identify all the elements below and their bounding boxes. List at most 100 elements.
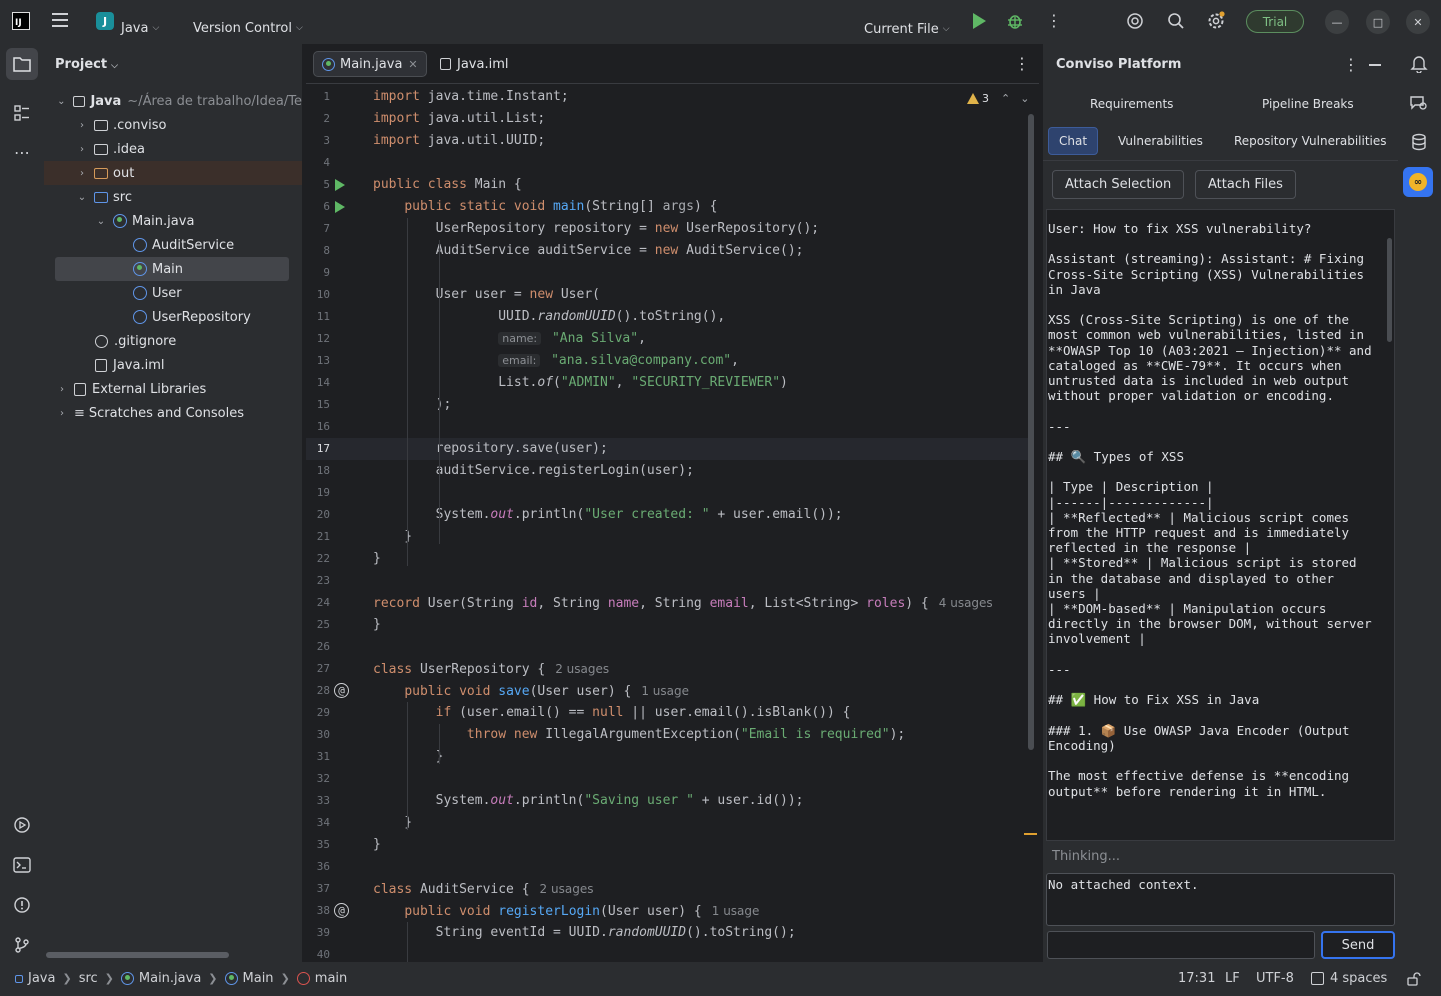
database-icon[interactable] <box>1410 133 1428 151</box>
line-number[interactable]: 39 <box>306 926 330 939</box>
settings-gear-icon[interactable] <box>1206 11 1226 31</box>
line-number[interactable]: 29 <box>306 706 330 719</box>
chevron-down-icon[interactable]: ⌄ <box>76 192 88 203</box>
line-number[interactable]: 4 <box>306 156 330 169</box>
line-number[interactable]: 14 <box>306 376 330 389</box>
line-number[interactable]: 33 <box>306 794 330 807</box>
line-number[interactable]: 23 <box>306 574 330 587</box>
code-line[interactable]: public void save(User user) {1 usage <box>373 680 689 702</box>
editor-scrollbar[interactable] <box>1028 114 1034 750</box>
project-tool-button[interactable] <box>6 48 38 80</box>
tab-chat[interactable]: Chat <box>1048 127 1099 155</box>
conviso-tool-button[interactable]: ∞ <box>1403 167 1433 197</box>
line-number[interactable]: 28 <box>306 684 330 697</box>
line-number[interactable]: 8 <box>306 244 330 257</box>
line-number[interactable]: 18 <box>306 464 330 477</box>
line-number[interactable]: 37 <box>306 882 330 895</box>
line-number[interactable]: 17 <box>306 442 330 455</box>
tree-item-conviso[interactable]: › .conviso <box>44 113 302 137</box>
hide-panel-icon[interactable] <box>1369 64 1381 66</box>
chevron-right-icon[interactable]: › <box>76 168 88 179</box>
code-line[interactable]: System.out.println("User created: " + us… <box>373 504 843 526</box>
code-line[interactable]: import java.time.Instant; <box>373 86 569 108</box>
code-line[interactable]: auditService.registerLogin(user); <box>373 460 694 482</box>
ai-chat-icon[interactable] <box>1409 94 1429 112</box>
code-area[interactable]: 1 import java.time.Instant; 2 import java.u… <box>306 85 1039 962</box>
chat-scrollbar[interactable] <box>1387 238 1392 342</box>
attach-selection-button[interactable]: Attach Selection <box>1052 170 1185 199</box>
tree-item-auditservice[interactable]: AuditService <box>44 233 302 257</box>
line-number[interactable]: 21 <box>306 530 330 543</box>
code-line[interactable]: repository.save(user); <box>373 438 608 460</box>
run-config-selector[interactable]: Current File ⌵ <box>864 15 950 43</box>
tree-item-scratches[interactable]: › ≡ Scratches and Consoles <box>44 401 302 425</box>
message-input[interactable] <box>1047 931 1315 959</box>
code-line[interactable]: UUID.randomUUID().toString(), <box>373 306 725 328</box>
line-number[interactable]: 13 <box>306 354 330 367</box>
tab-requirements[interactable]: Requirements <box>1080 90 1183 118</box>
problems-tool-button[interactable] <box>6 889 38 921</box>
gutter-implementation-icon[interactable]: @ <box>334 683 349 698</box>
tab-repository-vulnerabilities[interactable]: Repository Vulnerabilities <box>1224 127 1397 155</box>
breadcrumb-file[interactable]: Main.java <box>139 971 201 986</box>
line-number[interactable]: 31 <box>306 750 330 763</box>
line-number[interactable]: 3 <box>306 134 330 147</box>
breadcrumb-method[interactable]: main <box>315 971 347 986</box>
code-line[interactable]: email: "ana.silva@company.com", <box>373 350 739 372</box>
panel-options-icon[interactable]: ⋮ <box>1343 57 1359 73</box>
chevron-right-icon[interactable]: › <box>56 408 68 419</box>
line-number[interactable]: 20 <box>306 508 330 521</box>
intellij-logo-icon[interactable]: IJ <box>12 12 30 30</box>
line-number[interactable]: 10 <box>306 288 330 301</box>
tree-item-root[interactable]: ⌄ Java ~/Área de trabalho/Idea/Te <box>44 89 302 113</box>
gutter-run-icon[interactable] <box>335 179 345 191</box>
file-encoding[interactable]: UTF-8 <box>1256 971 1294 986</box>
line-number[interactable]: 34 <box>306 816 330 829</box>
tree-item-userrepository[interactable]: UserRepository <box>44 305 302 329</box>
more-actions-icon[interactable]: ⋮ <box>1046 13 1062 29</box>
minimize-icon[interactable]: — <box>1325 10 1349 34</box>
line-number[interactable]: 16 <box>306 420 330 433</box>
line-number[interactable]: 12 <box>306 332 330 345</box>
chevron-down-icon[interactable]: ⌄ <box>56 96 67 107</box>
tab-java-iml[interactable]: Java.iml <box>432 51 516 77</box>
project-horizontal-scrollbar[interactable] <box>46 952 229 958</box>
line-number[interactable]: 36 <box>306 860 330 873</box>
tree-item-main[interactable]: Main <box>55 257 289 281</box>
tree-item-gitignore[interactable]: .gitignore <box>44 329 302 353</box>
version-control-menu[interactable]: Version Control ⌵ <box>193 14 303 42</box>
tree-item-src[interactable]: ⌄ src <box>44 185 302 209</box>
terminal-tool-button[interactable] <box>6 849 38 881</box>
send-button[interactable]: Send <box>1321 931 1395 959</box>
search-icon[interactable] <box>1167 12 1185 30</box>
chat-transcript[interactable]: User: How to fix XSS vulnerability? Assi… <box>1046 209 1395 841</box>
code-line[interactable]: } <box>373 834 381 856</box>
project-switcher[interactable]: Java ⌵ <box>121 14 159 42</box>
line-number[interactable]: 9 <box>306 266 330 279</box>
line-number[interactable]: 32 <box>306 772 330 785</box>
code-line[interactable]: String eventId = UUID.randomUUID().toStr… <box>373 922 796 944</box>
chevron-right-icon[interactable]: › <box>76 144 88 155</box>
main-menu-icon[interactable] <box>52 13 68 27</box>
line-number[interactable]: 7 <box>306 222 330 235</box>
line-number[interactable]: 38 <box>306 904 330 917</box>
line-number[interactable]: 40 <box>306 948 330 961</box>
tree-item-java-iml[interactable]: Java.iml <box>44 353 302 377</box>
tree-item-external-libraries[interactable]: › External Libraries <box>44 377 302 401</box>
run-icon[interactable] <box>973 13 986 29</box>
code-line[interactable]: name: "Ana Silva", <box>373 328 646 350</box>
code-line[interactable]: public class Main { <box>373 174 522 196</box>
line-number[interactable]: 22 <box>306 552 330 565</box>
tree-item-idea[interactable]: › .idea <box>44 137 302 161</box>
code-line[interactable]: } <box>373 614 381 636</box>
project-panel-header[interactable]: Project ⌵ <box>55 57 118 72</box>
line-number[interactable]: 30 <box>306 728 330 741</box>
tree-item-main-java[interactable]: ⌄ Main.java <box>44 209 302 233</box>
code-line[interactable]: UserRepository repository = new UserRepo… <box>373 218 820 240</box>
line-number[interactable]: 26 <box>306 640 330 653</box>
indent-setting[interactable]: 4 spaces <box>1311 971 1387 986</box>
line-number[interactable]: 35 <box>306 838 330 851</box>
caret-position[interactable]: 17:31 <box>1178 971 1215 986</box>
line-number[interactable]: 27 <box>306 662 330 675</box>
chevron-right-icon[interactable]: › <box>56 384 68 395</box>
